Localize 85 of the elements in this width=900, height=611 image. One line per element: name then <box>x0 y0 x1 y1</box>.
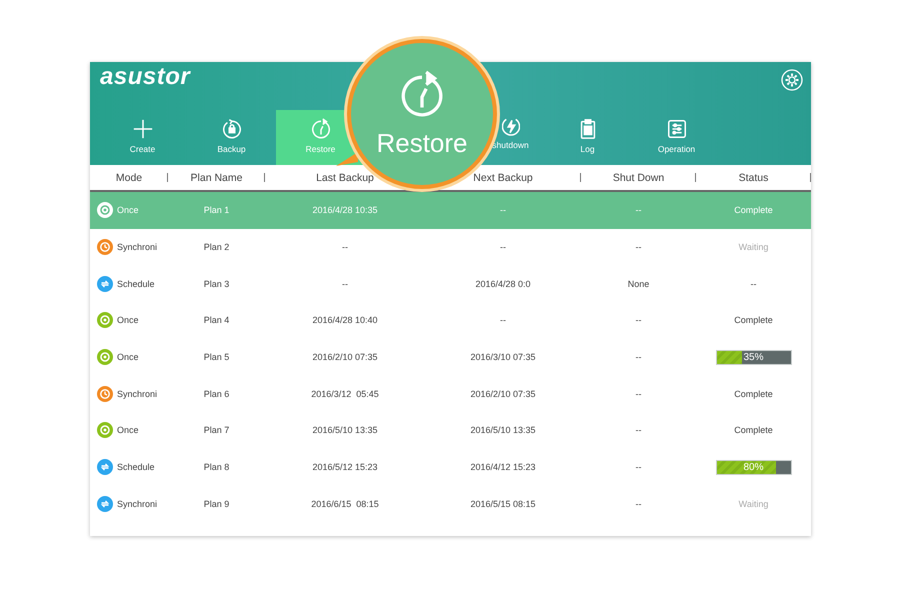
cycle-icon <box>97 312 113 328</box>
settings-icon[interactable] <box>781 69 803 91</box>
status-text: Complete <box>734 315 773 326</box>
status-text: Complete <box>734 205 773 216</box>
column-header: Last Backup <box>316 172 374 184</box>
clock-icon <box>97 386 113 402</box>
table-row[interactable]: Schedule Plan 8 2016/5/12 15:23 2016/4/12 15:23 -- 80% <box>90 448 811 486</box>
mode-text: Once <box>117 315 139 326</box>
column-header: Next Backup <box>473 172 533 184</box>
cycle-icon <box>97 422 113 438</box>
status-text: -- <box>750 278 756 289</box>
table-cell: -- <box>636 498 642 509</box>
table-cell: 2016/3/10 07:35 <box>470 352 536 362</box>
table-cell: 2016/5/10 13:35 <box>470 425 536 436</box>
plus-icon <box>132 118 154 140</box>
column-header: Mode <box>116 172 142 184</box>
table-cell: -- <box>500 315 506 326</box>
table-cell: 2016/5/12 15:23 <box>312 462 378 472</box>
table-cell: -- <box>636 315 642 326</box>
table-row[interactable]: Synchroni Plan 9 2016/6/15 08:15 2016/5/15 08:15 -- Waiting <box>90 486 811 522</box>
table-cell: -- <box>636 242 642 252</box>
table-cell: Plan 7 <box>204 425 230 436</box>
mode-text: Synchroni <box>117 242 158 252</box>
status-text: Complete <box>734 388 773 399</box>
mode-text: Once <box>117 205 139 216</box>
mode-text: Once <box>117 425 139 436</box>
table-cell: Plan 3 <box>204 278 230 289</box>
status-text: Complete <box>734 425 773 436</box>
table-cell: 2016/4/28 10:35 <box>312 205 378 216</box>
table-cell: -- <box>500 205 506 216</box>
callout-text: Restore <box>376 128 468 158</box>
table-row[interactable]: Synchroni Plan 2 -- -- -- Waiting <box>90 228 811 266</box>
restore-icon <box>310 118 332 140</box>
column-header: Shut Down <box>612 172 664 184</box>
table-cell: 2016/3/12 05:45 <box>311 388 379 399</box>
table-cell: 2016/5/15 08:15 <box>470 498 536 509</box>
table-cell: 2016/5/10 13:35 <box>312 425 378 436</box>
table-cell: Plan 4 <box>204 315 230 326</box>
table-cell: -- <box>500 242 506 252</box>
table-cell: -- <box>636 205 642 216</box>
lock-icon <box>220 118 242 140</box>
table-cell: Plan 1 <box>204 205 230 216</box>
table-cell: 2016/2/10 07:35 <box>470 388 536 399</box>
table-cell: 2016/2/10 07:35 <box>312 352 378 362</box>
progress-text: 35% <box>743 352 764 363</box>
table-cell: -- <box>342 278 348 289</box>
table-row[interactable]: Once Plan 7 2016/5/10 13:35 2016/5/10 13:35 -- Complete <box>90 412 811 449</box>
logo: asustor <box>100 63 190 91</box>
mode-text: Once <box>117 352 139 362</box>
table-cell: 2016/4/12 15:23 <box>470 462 536 472</box>
table-row[interactable]: Synchroni Plan 6 2016/3/12 05:45 2016/2/10 07:35 -- Complete <box>90 375 811 412</box>
table-cell: -- <box>636 462 642 472</box>
table-cell: -- <box>636 425 642 436</box>
table-cell: None <box>628 278 650 289</box>
status-text: Waiting <box>738 242 768 252</box>
column-header: Plan Name <box>190 172 242 184</box>
arrows-icon <box>97 276 113 292</box>
table-cell: Plan 8 <box>204 462 230 472</box>
column-header: Status <box>738 172 768 184</box>
clock-icon <box>97 239 113 256</box>
table-row[interactable]: Once Plan 4 2016/4/28 10:40 -- -- Complete <box>90 302 811 339</box>
table-cell: Plan 6 <box>204 388 230 399</box>
table-cell: 2016/4/28 0:0 <box>475 278 531 289</box>
table-cell: Plan 2 <box>204 242 230 252</box>
mode-text: Synchroni <box>117 388 158 399</box>
table-cell: Plan 5 <box>204 352 230 362</box>
mode-text: Schedule <box>117 278 155 289</box>
mode-text: Synchroni <box>117 498 158 509</box>
table-row[interactable]: Schedule Plan 3 -- 2016/4/28 0:0 None -- <box>90 265 811 302</box>
arrows-icon <box>97 459 113 476</box>
table-cell: 2016/4/28 10:40 <box>312 315 378 326</box>
table-cell: Plan 9 <box>204 498 230 509</box>
table-cell: -- <box>636 388 642 399</box>
sliders-icon <box>666 118 688 140</box>
arrows-icon <box>97 496 113 512</box>
table-cell: 2016/6/15 08:15 <box>311 498 379 509</box>
bolt-icon <box>502 118 520 136</box>
progress-text: 80% <box>743 462 764 473</box>
cycle-icon <box>97 202 113 218</box>
status-text: Waiting <box>738 498 768 509</box>
cycle-icon <box>97 349 113 366</box>
table-row[interactable]: Once Plan 5 2016/2/10 07:35 2016/3/10 07:35 -- 35% <box>90 338 811 376</box>
table-cell: -- <box>636 352 642 362</box>
table-cell: -- <box>342 242 348 252</box>
mode-text: Schedule <box>117 462 155 472</box>
